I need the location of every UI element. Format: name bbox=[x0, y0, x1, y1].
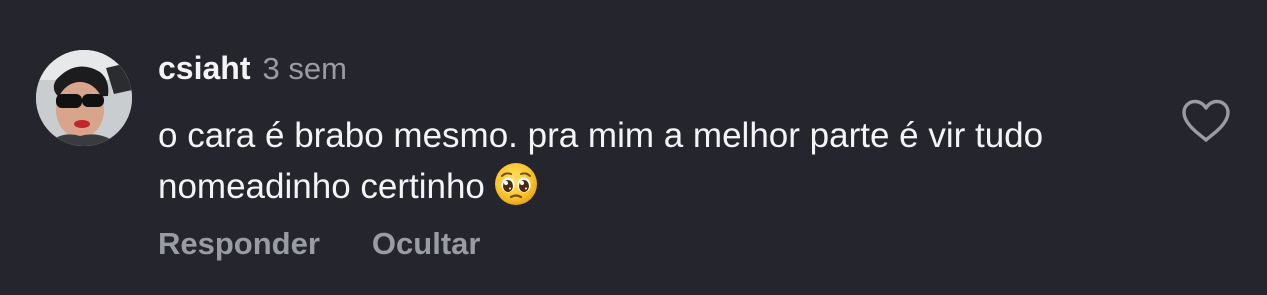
comment-text: o cara é brabo mesmo. pra mim a melhor p… bbox=[158, 116, 1044, 206]
comment-item: csiaht 3 sem o cara é brabo mesmo. pra m… bbox=[0, 0, 1267, 295]
comment-header: csiaht 3 sem bbox=[158, 50, 347, 94]
username[interactable]: csiaht bbox=[158, 50, 250, 87]
avatar-photo bbox=[36, 50, 132, 146]
comment-text-container: o cara é brabo mesmo. pra mim a melhor p… bbox=[158, 110, 1158, 221]
reply-button[interactable]: Responder bbox=[158, 226, 320, 262]
like-button[interactable] bbox=[1180, 98, 1232, 144]
timestamp: 3 sem bbox=[262, 51, 347, 86]
pleading-face-emoji-icon bbox=[493, 161, 539, 221]
hide-button[interactable]: Ocultar bbox=[372, 226, 481, 262]
heart-outline-icon bbox=[1182, 99, 1230, 142]
avatar[interactable] bbox=[36, 50, 132, 146]
comment-actions: Responder Ocultar bbox=[158, 226, 480, 262]
